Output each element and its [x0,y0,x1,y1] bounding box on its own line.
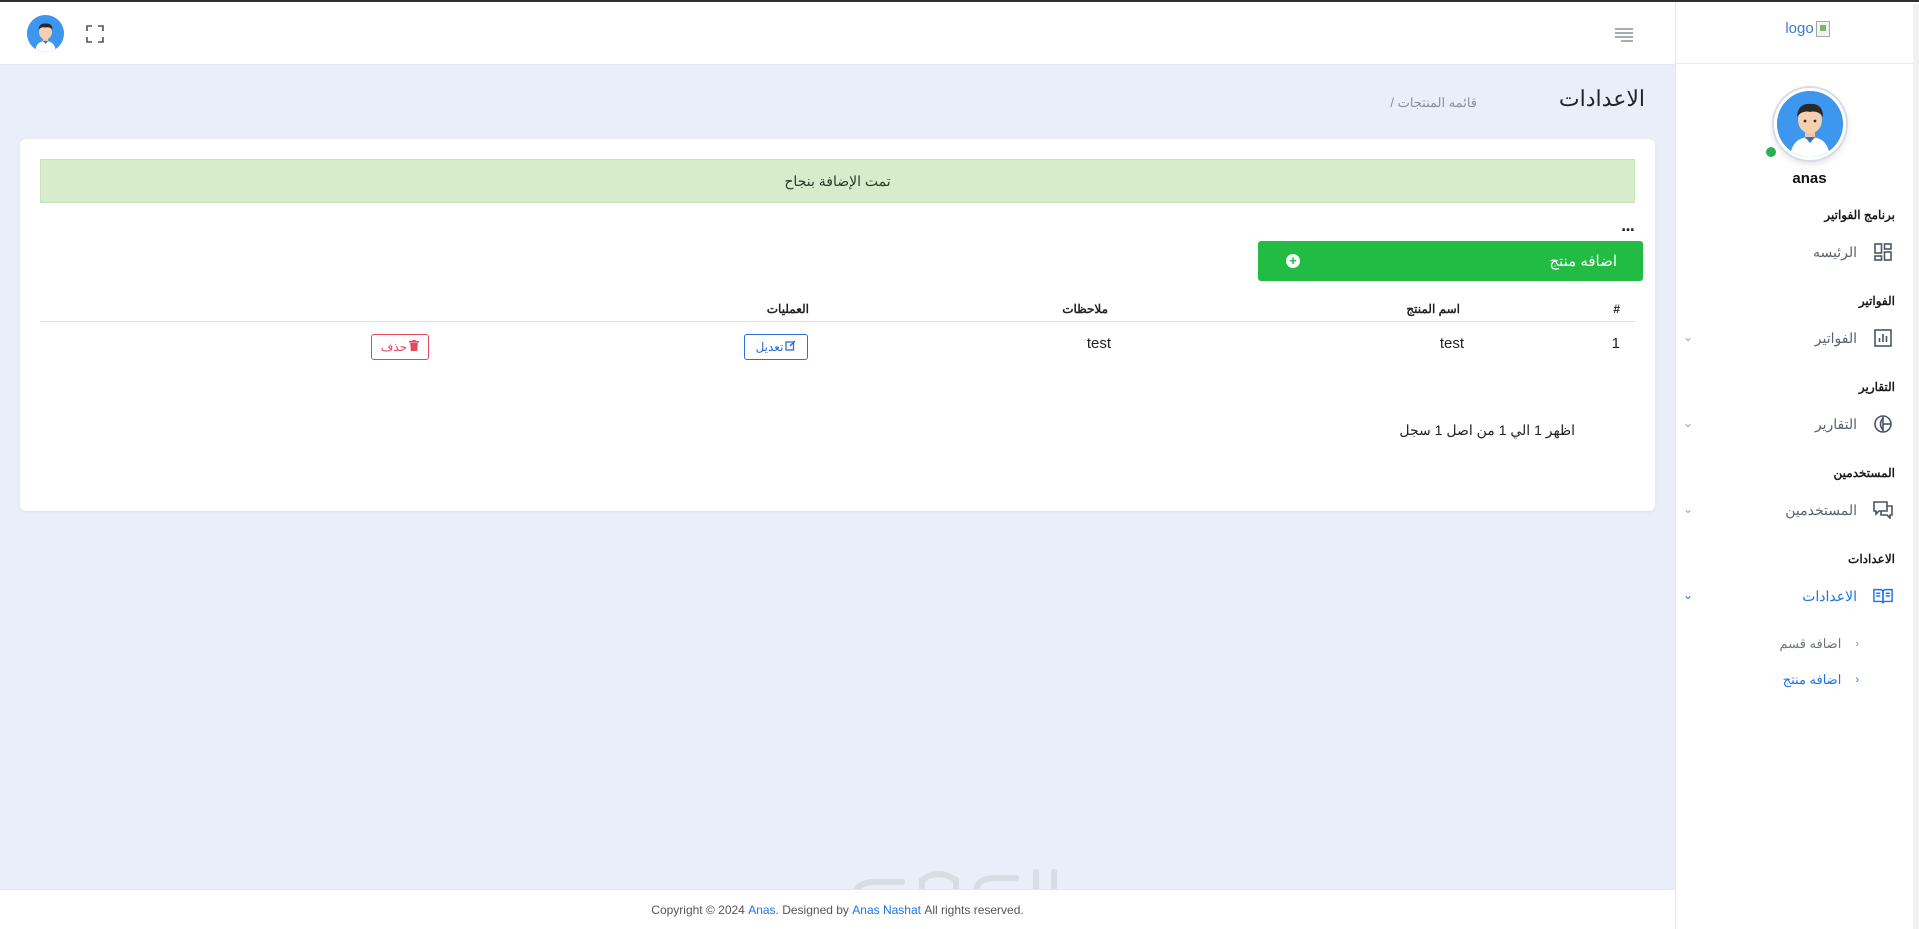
cell-notes: test [1086,335,1111,352]
column-header-actions: العمليات [766,302,809,316]
fullscreen-icon[interactable] [85,24,105,44]
plus-circle-icon: + [1286,254,1300,268]
section-title-invoices: الفواتير [1858,294,1895,308]
chevron-down-icon: ⌄ [1683,330,1694,344]
cell-number: 1 [1611,335,1620,352]
sidebar-item-reports[interactable]: ⌄ التقارير [1683,412,1893,436]
bar-chart-icon [1873,328,1893,348]
column-header-number: # [1613,302,1620,316]
section-title-users: المستخدمين [1833,466,1895,480]
chat-icon [1873,500,1893,520]
logo-alt-text: logo [1785,20,1814,37]
book-icon [1873,586,1893,606]
main-card: تمت الإضافة بنجاح ... + اضافه منتج # اسم… [20,139,1655,511]
breadcrumb[interactable]: / قائمه المنتجات [1390,95,1477,111]
menu-toggle-icon[interactable] [1614,26,1634,44]
add-product-button[interactable]: + اضافه منتج [1258,241,1643,281]
sidebar-subitem-label: اضافه قسم [1779,636,1842,651]
sidebar-subitem-add-product[interactable]: اضافه منتج › [1783,672,1859,688]
pagination-info: اظهر 1 الي 1 من اصل 1 سجل [1399,422,1575,438]
footer-rights: All rights reserved. [924,902,1024,917]
section-title-settings: الاعدادات [1848,552,1895,566]
sidebar-profile: anas [1676,88,1919,187]
add-product-label: اضافه منتج [1549,253,1617,270]
sidebar-item-home[interactable]: الرئيسه [1683,240,1893,264]
sidebar-item-label: الفواتير [1814,329,1857,346]
footer-copyright: Copyright © 2024 [651,902,745,917]
online-status-dot [1764,145,1778,159]
sidebar-item-label: الرئيسه [1813,243,1857,260]
alert-text: تمت الإضافة بنجاح [784,172,891,189]
section-title-reports: التقارير [1858,380,1895,394]
sidebar-avatar[interactable] [1773,88,1846,160]
header-avatar[interactable] [27,15,64,52]
sidebar-item-users[interactable]: ⌄ المستخدمين [1683,498,1893,522]
success-alert: تمت الإضافة بنجاح [40,159,1635,203]
sidebar-item-label: التقارير [1814,415,1857,432]
footer-designer-link[interactable]: Anas Nashat [852,903,921,917]
broken-image-icon [1815,20,1830,37]
edit-icon [785,340,796,354]
edit-button[interactable]: تعديل [744,334,808,360]
chevron-right-icon: › [1855,638,1859,650]
chevron-down-icon: ⌄ [1683,588,1694,602]
sidebar: logo anas برنامج الفواتير الرئيسه الفوات… [1675,2,1919,929]
chevron-down-icon: ⌄ [1683,416,1694,430]
edit-label: تعديل [755,340,784,354]
delete-button[interactable]: حذف [371,334,429,360]
delete-label: حذف [380,340,408,354]
products-table: # اسم المنتج ملاحظات العمليات 1 test tes… [40,296,1635,368]
sidebar-item-invoices[interactable]: ⌄ الفواتير [1683,326,1893,350]
chevron-right-icon: › [1855,674,1859,686]
footer: Copyright © 2024 Anas. Designed by Anas … [0,889,1675,929]
sidebar-item-label: الاعدادات [1802,587,1857,604]
footer-brand-link[interactable]: Anas [748,903,775,917]
column-header-notes: ملاحظات [1062,302,1108,316]
dashboard-icon [1873,242,1893,262]
sidebar-item-settings[interactable]: ⌄ الاعدادات [1683,584,1893,608]
logo[interactable]: logo [1785,20,1830,37]
table-row: 1 test test تعديل حذف [40,322,1635,368]
column-header-product-name: اسم المنتج [1406,302,1460,316]
chevron-down-icon: ⌄ [1683,502,1694,516]
trash-icon [409,340,420,354]
logo-area: logo [1676,2,1919,64]
user-name: anas [1792,170,1827,187]
pie-chart-icon [1873,414,1893,434]
sidebar-subitem-add-category[interactable]: اضافه قسم › [1779,636,1859,652]
top-header [0,2,1675,65]
footer-designed-by: . Designed by [775,902,849,917]
sidebar-scrollbar[interactable] [1913,4,1919,929]
more-options[interactable]: ... [1621,219,1635,235]
sidebar-item-label: المستخدمين [1785,501,1857,518]
sidebar-subitem-label: اضافه منتج [1782,672,1842,687]
cell-product-name: test [1439,335,1464,352]
section-title-invoices-app: برنامج الفواتير [1824,208,1895,222]
table-header: # اسم المنتج ملاحظات العمليات [40,296,1635,322]
page-title: الاعدادات [1558,86,1645,111]
